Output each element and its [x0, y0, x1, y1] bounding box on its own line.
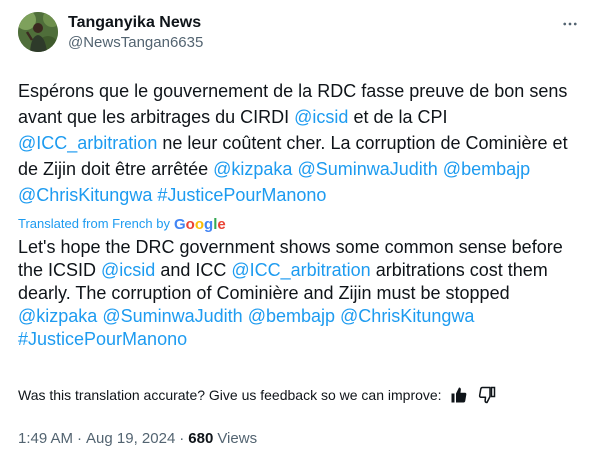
mention-link[interactable]: @icsid: [294, 107, 348, 127]
mention-link[interactable]: @SuminwaJudith: [102, 306, 242, 326]
avatar-image: [18, 12, 58, 52]
text-segment: and ICC: [155, 260, 232, 280]
display-name[interactable]: Tanganyika News: [68, 13, 203, 33]
mention-link[interactable]: @ICC_arbitration: [18, 133, 157, 153]
mention-link[interactable]: @bembajp: [443, 159, 530, 179]
text-segment: Espérons que le gouvernement de la RDC f…: [18, 81, 568, 127]
tweet-time[interactable]: 1:49 AM: [18, 429, 73, 449]
google-logo: Google: [174, 216, 230, 232]
thumbs-down-button[interactable]: [476, 385, 498, 405]
tweet-card: Tanganyika News @NewsTangan6635 Espérons…: [0, 0, 598, 460]
tweet-text-original: Espérons que le gouvernement de la RDC f…: [18, 78, 583, 208]
tweet-meta: 1:49 AM · Aug 19, 2024 · 680 Views: [18, 429, 582, 449]
thumbs-up-button[interactable]: [448, 385, 470, 405]
tweet-date[interactable]: Aug 19, 2024: [86, 429, 175, 449]
views-label: Views: [217, 430, 258, 447]
svg-text:Google: Google: [174, 216, 226, 232]
mention-link[interactable]: @ChrisKitungwa: [18, 185, 152, 205]
text-segment: et de la CPI: [348, 107, 448, 127]
translation-feedback: Was this translation accurate? Give us f…: [18, 385, 582, 405]
feedback-prompt: Was this translation accurate? Give us f…: [18, 387, 442, 403]
mention-link[interactable]: @icsid: [101, 260, 155, 280]
user-handle[interactable]: @NewsTangan6635: [68, 33, 203, 53]
meta-separator: ·: [179, 430, 185, 447]
mention-link[interactable]: @ChrisKitungwa: [340, 306, 474, 326]
google-logo-icon: Google: [174, 216, 226, 232]
hashtag-link[interactable]: #JusticePourManono: [18, 329, 187, 349]
translation-attribution: Translated from French by Google: [18, 216, 582, 232]
translated-from-link[interactable]: Translated from French by: [18, 216, 170, 232]
more-options-button[interactable]: [558, 12, 582, 36]
thumbs-down-icon: [478, 386, 495, 404]
user-info: Tanganyika News @NewsTangan6635: [68, 12, 203, 53]
mention-link[interactable]: @bembajp: [248, 306, 335, 326]
thumbs-up-icon: [451, 387, 466, 403]
hashtag-link[interactable]: #JusticePourManono: [157, 185, 326, 205]
views-count: 680: [188, 430, 214, 447]
mention-link[interactable]: @kizpaka: [213, 159, 292, 179]
avatar[interactable]: [18, 12, 58, 52]
mention-link[interactable]: @ICC_arbitration: [231, 260, 370, 280]
mention-link[interactable]: @SuminwaJudith: [297, 159, 437, 179]
more-horizontal-icon: [563, 22, 577, 26]
mention-link[interactable]: @kizpaka: [18, 306, 97, 326]
tweet-text-translation: Let's hope the DRC government shows some…: [18, 236, 583, 351]
meta-separator: ·: [77, 430, 83, 447]
tweet-header: Tanganyika News @NewsTangan6635: [18, 12, 582, 60]
